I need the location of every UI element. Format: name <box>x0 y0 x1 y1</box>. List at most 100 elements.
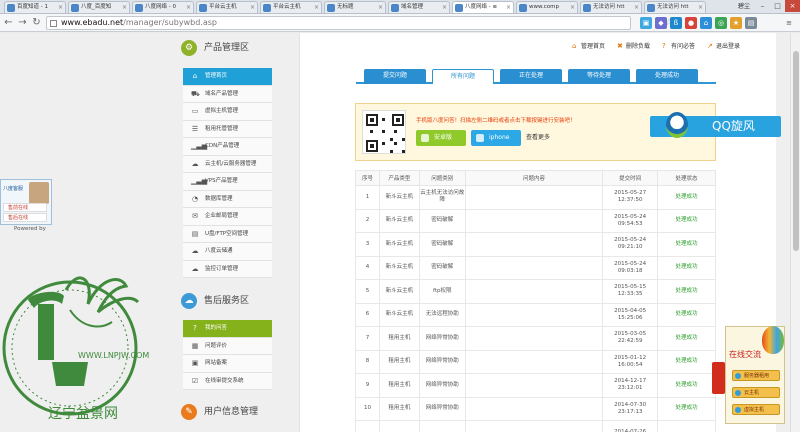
question-tab[interactable]: 等待处理 <box>568 69 630 84</box>
close-tab-icon[interactable]: × <box>698 2 703 13</box>
sidebar-item[interactable]: ▤ U盘/FTP空间管理 <box>183 225 272 243</box>
sidebar-item[interactable]: ◔ 数据库管理 <box>183 190 272 208</box>
close-tab-icon[interactable]: × <box>314 2 319 13</box>
sidebar-item[interactable]: ⛟ 域名产品管理 <box>183 85 272 103</box>
view-more-link[interactable]: 查看更多 <box>526 130 550 146</box>
sidebar-item[interactable]: ▣ 网站备案 <box>183 355 272 373</box>
presales-online-button[interactable]: 售前在线 <box>3 203 47 212</box>
close-tab-icon[interactable]: × <box>634 2 639 13</box>
extension-icon[interactable]: ◆ <box>655 17 667 29</box>
browser-tab[interactable]: 域名管理 × <box>388 1 450 13</box>
sidebar-item[interactable]: ☑ 在线审提交系统 <box>183 372 272 390</box>
back-icon[interactable]: ← <box>2 16 15 29</box>
browser-tab[interactable]: 无法访问 htt × <box>580 1 642 13</box>
sidebar-item[interactable]: ? 我的问答 <box>183 320 272 338</box>
extension-icon[interactable]: ★ <box>730 17 742 29</box>
cell-status[interactable]: 处理成功 <box>657 302 716 327</box>
sidebar-item[interactable]: ☁ 八度云储通 <box>183 243 272 261</box>
browser-tab[interactable]: 八度网络 - 0 × <box>132 1 194 13</box>
browser-tab[interactable]: www.comp × <box>516 1 578 13</box>
question-tab[interactable]: 所有问题 <box>432 69 494 84</box>
url-field[interactable]: www.ebadu.net/manager/subywbd.asp ☆ <box>46 16 673 30</box>
cell-status[interactable]: 处理成功 <box>657 349 716 374</box>
top-link[interactable]: ? 有问必答 <box>662 41 695 51</box>
extension-icon[interactable]: ▤ <box>745 17 757 29</box>
browser-tab[interactable]: 百度知道 - 1 × <box>4 1 66 13</box>
browser-tab[interactable]: 平台云主机 × <box>260 1 322 13</box>
cell-status[interactable]: 处理成功 <box>657 326 716 351</box>
qq-xuanfeng-widget[interactable]: QQ旋风 <box>650 112 781 138</box>
table-row[interactable]: 6 新斗云主机 无法远程协助 2015-04-05 15:25:06 处理成功 <box>355 302 716 327</box>
browser-tab[interactable]: 无法访问 htt × <box>644 1 706 13</box>
table-row[interactable]: 8 租用主机 网络异常协助 2015-01-12 16:00:54 处理成功 <box>355 349 716 374</box>
aftersales-online-button[interactable]: 售后在线 <box>3 213 47 222</box>
scrollbar[interactable] <box>790 33 800 432</box>
minimize-button[interactable]: – <box>755 0 770 12</box>
cell-status[interactable] <box>657 420 716 432</box>
sidebar-item[interactable]: ☁ 监控订单管理 <box>183 260 272 278</box>
extension-icon[interactable]: ß <box>670 17 682 29</box>
url-host: www.ebadu.net <box>61 18 124 27</box>
close-tab-icon[interactable]: × <box>186 2 191 13</box>
sidebar-item[interactable]: ▁▃▅ CDN产品管理 <box>183 138 272 156</box>
cell-status[interactable]: 处理成功 <box>657 232 716 257</box>
extension-icon[interactable]: ◎ <box>715 17 727 29</box>
browser-tab[interactable]: 无标题 × <box>324 1 386 13</box>
forward-icon[interactable]: → <box>16 16 29 29</box>
table-row[interactable]: 10 租用主机 网络异常协助 2014-07-30 23:17:13 处理成功 <box>355 396 716 421</box>
table-row[interactable]: 3 新斗云主机 密码破解 2015-05-24 09:21:10 处理成功 <box>355 232 716 257</box>
sidebar-item[interactable]: ☰ 租用托管管理 <box>183 120 272 138</box>
extension-icon[interactable]: ▣ <box>640 17 652 29</box>
side-toggle-tab[interactable] <box>712 362 725 394</box>
cell-status[interactable]: 处理成功 <box>657 373 716 398</box>
close-tab-icon[interactable]: × <box>122 2 127 13</box>
close-tab-icon[interactable]: × <box>442 2 447 13</box>
reload-icon[interactable]: ↻ <box>30 16 43 29</box>
sidebar-item[interactable]: ▦ 问题评价 <box>183 337 272 355</box>
cloud-host-button[interactable]: 云主机 <box>732 387 780 398</box>
close-tab-icon[interactable]: × <box>570 2 575 13</box>
iphone-download-button[interactable]: iphone <box>471 130 521 146</box>
favicon-icon <box>135 4 143 12</box>
virtual-host-button[interactable]: 虚拟主机 <box>732 404 780 415</box>
close-tab-icon[interactable]: × <box>250 2 255 13</box>
profile-name[interactable]: 碧尘 <box>738 1 750 12</box>
sidebar-item[interactable]: ▁▃▅ VPS产品管理 <box>183 173 272 191</box>
sidebar-item[interactable]: ☁ 云主机/云服务器管理 <box>183 155 272 173</box>
menu-icon[interactable]: ≡ <box>783 17 795 29</box>
extension-icon[interactable]: ⌂ <box>700 17 712 29</box>
top-link[interactable]: ⌂ 管理首页 <box>572 41 605 51</box>
cell-status[interactable]: 处理成功 <box>657 396 716 421</box>
cell-status[interactable]: 处理成功 <box>657 185 716 210</box>
server-rental-button[interactable]: 服务器租用 <box>732 370 780 381</box>
table-row[interactable]: 9 租用主机 网络异常协助 2014-12-17 23:12:01 处理成功 <box>355 373 716 398</box>
browser-tab[interactable]: 平台云主机 × <box>196 1 258 13</box>
maximize-button[interactable]: □ <box>770 0 785 12</box>
question-tab[interactable]: 处理成功 <box>636 69 698 84</box>
close-tab-icon[interactable]: × <box>58 2 63 13</box>
top-link[interactable]: ✖ 删除负载 <box>617 41 650 51</box>
table-row[interactable]: 1 新斗云主机 云主机无法访问故障 2015-05-27 12:37:50 处理成功 <box>355 185 716 210</box>
table-row[interactable]: 2014-07-26 <box>355 420 716 432</box>
question-tab[interactable]: 提交问题 <box>364 69 426 84</box>
android-download-button[interactable]: 安卓版 <box>416 130 466 146</box>
browser-tab[interactable]: 八度网络 - ≡ × <box>452 1 514 13</box>
cell-status[interactable]: 处理成功 <box>657 279 716 304</box>
table-row[interactable]: 7 租用主机 网络异常协助 2015-03-05 22:42:59 处理成功 <box>355 326 716 351</box>
scrollbar-thumb[interactable] <box>793 51 799 251</box>
top-link[interactable]: ↗ 退出登录 <box>707 41 740 51</box>
close-window-button[interactable]: × <box>785 0 800 12</box>
close-tab-icon[interactable]: × <box>506 2 511 13</box>
browser-tab[interactable]: 八度_百度知 × <box>68 1 130 13</box>
close-tab-icon[interactable]: × <box>378 2 383 13</box>
table-row[interactable]: 2 新斗云主机 密码破解 2015-05-24 09:54:53 处理成功 <box>355 208 716 233</box>
cell-status[interactable]: 处理成功 <box>657 255 716 280</box>
sidebar-item[interactable]: ▭ 虚拟主机管理 <box>183 103 272 121</box>
table-row[interactable]: 5 新斗云主机 ftp权限 2015-05-15 12:33:35 处理成功 <box>355 279 716 304</box>
question-tab[interactable]: 正在处理 <box>500 69 562 84</box>
extension-icon[interactable]: ● <box>685 17 697 29</box>
sidebar-item[interactable]: ✉ 企业邮局管理 <box>183 208 272 226</box>
table-row[interactable]: 4 新斗云主机 密码破解 2015-05-24 09:03:18 处理成功 <box>355 255 716 280</box>
cell-status[interactable]: 处理成功 <box>657 208 716 233</box>
sidebar-item[interactable]: ⌂ 管理首页 <box>183 68 272 86</box>
